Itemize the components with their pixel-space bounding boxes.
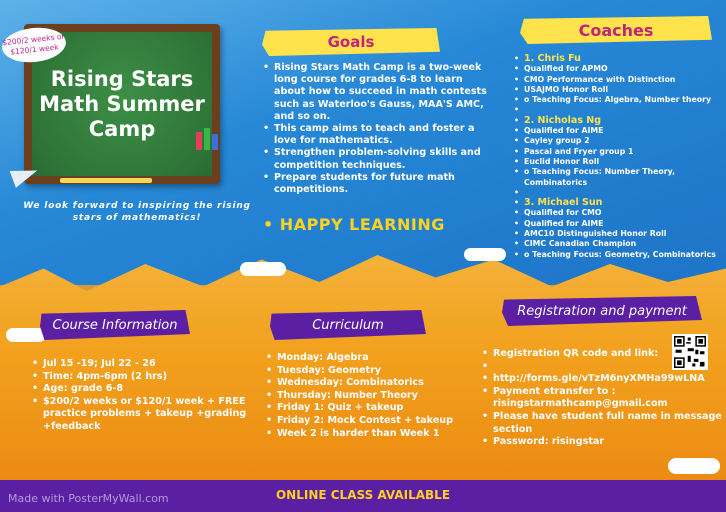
coach-teaching-focus: o Teaching Focus: Algebra, Number theory <box>512 95 722 106</box>
curriculum-item: Monday: Algebra <box>266 352 476 365</box>
cloud-center <box>240 262 286 276</box>
registration-link[interactable]: http://forms.gle/vTzM6nyXMHa99wLNA <box>482 373 722 386</box>
coaches-heading: Coaches <box>578 20 654 40</box>
watermark: Made with PosterMyWall.com <box>8 492 169 505</box>
goals-heading: Goals <box>327 33 375 51</box>
curriculum-item: Week 2 is harder than Week 1 <box>266 428 476 441</box>
registration-item: Payment etransfer to : risingstarmathcam… <box>482 386 722 411</box>
registration-heading: Registration and payment <box>517 303 687 319</box>
pencil-illustration <box>60 178 152 183</box>
coach-credential: Qualified for APMO <box>512 64 722 75</box>
curriculum-item: Friday 1: Quiz + takeup <box>266 402 476 415</box>
coach-name: 3. Michael Sun <box>512 198 722 209</box>
curriculum-heading: Curriculum <box>312 317 384 333</box>
course-info-item: Age: grade 6-8 <box>32 383 250 396</box>
goals-list: Rising Stars Math Camp is a two-week lon… <box>263 62 488 196</box>
cloud-left <box>6 328 46 342</box>
coach-teaching-focus: o Teaching Focus: Number Theory, Combina… <box>512 167 722 188</box>
coach-credential: Qualified for AIME <box>512 219 722 230</box>
goals-item: Prepare students for future math competi… <box>263 172 488 196</box>
curriculum-list: Monday: Algebra Tuesday: Geometry Wednes… <box>266 352 476 440</box>
goals-item: Rising Stars Math Camp is a two-week lon… <box>263 62 488 123</box>
coach-credential: Qualified for AIME <box>512 126 722 137</box>
camp-title-line-3: Camp <box>88 116 156 141</box>
happy-learning: • HAPPY LEARNING <box>263 215 445 234</box>
camp-title-line-2: Math Summer <box>39 91 205 116</box>
coach-credential: CMO Performance with Distinction <box>512 75 722 86</box>
course-info-item: Jul 15 -19; Jul 22 - 26 <box>32 358 250 371</box>
stationery-icon <box>196 126 220 150</box>
coach-teaching-focus: o Teaching Focus: Geometry, Combinatoric… <box>512 250 722 261</box>
coaches-header: Coaches <box>520 16 712 44</box>
course-info-heading: Course Information <box>52 317 178 333</box>
coach-block: 3. Michael Sun Qualified for CMO Qualifi… <box>512 198 722 261</box>
curriculum-item: Friday 2: Mock Contest + takeup <box>266 415 476 428</box>
course-info-item: Time: 4pm-6pm (2 hrs) <box>32 371 250 384</box>
camp-title: Rising Stars Math Summer Camp <box>39 67 205 142</box>
goals-header: Goals <box>262 28 440 56</box>
registration-item: Password: risingstar <box>482 436 722 449</box>
cloud-right <box>464 248 506 261</box>
coach-credential: Euclid Honor Roll <box>512 157 722 168</box>
course-info-item: $200/2 weeks or $120/1 week + FREE pract… <box>32 396 250 434</box>
goals-item: This camp aims to teach and foster a lov… <box>263 123 488 147</box>
coach-credential: Cayley group 2 <box>512 136 722 147</box>
coach-block: 1. Chris Fu Qualified for APMO CMO Perfo… <box>512 53 722 116</box>
coach-name: 1. Chris Fu <box>512 53 722 64</box>
coach-credential: AMC10 Distinguished Honor Roll <box>512 229 722 240</box>
coach-credential: CIMC Canadian Champion <box>512 239 722 250</box>
tagline: We look forward to inspiring the rising … <box>23 201 251 223</box>
course-info-list: Jul 15 -19; Jul 22 - 26 Time: 4pm-6pm (2… <box>32 358 250 434</box>
coach-credential: Pascal and Fryer group 1 <box>512 147 722 158</box>
coach-credential: USAJMO Honor Roll <box>512 85 722 96</box>
qr-code[interactable] <box>672 334 708 370</box>
curriculum-item: Thursday: Number Theory <box>266 390 476 403</box>
coach-block: 2. Nicholas Ng Qualified for AIME Cayley… <box>512 115 722 198</box>
curriculum-item: Wednesday: Combinatorics <box>266 377 476 390</box>
cloud-bottom-right <box>668 458 720 474</box>
coach-name: 2. Nicholas Ng <box>512 115 722 126</box>
coaches-list: 1. Chris Fu Qualified for APMO CMO Perfo… <box>512 53 722 261</box>
qr-code-icon <box>674 336 706 368</box>
registration-item: Please have student full name in message… <box>482 411 722 436</box>
camp-title-line-1: Rising Stars <box>50 66 194 91</box>
goals-item: Strengthen problem-solving skills and co… <box>263 147 488 171</box>
coach-credential: Qualified for CMO <box>512 208 722 219</box>
curriculum-item: Tuesday: Geometry <box>266 365 476 378</box>
